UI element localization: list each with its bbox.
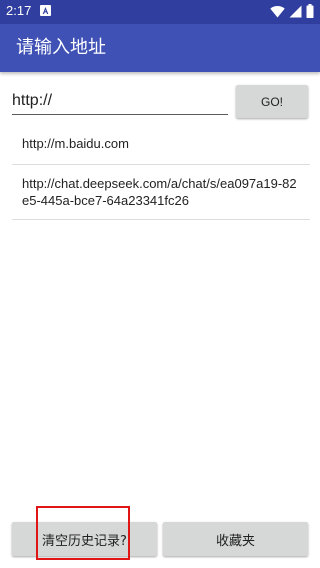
status-time: 2:17 [6, 3, 32, 18]
status-bar: 2:17 [0, 0, 320, 24]
notification-a-icon [40, 5, 51, 16]
history-list: http://m.baidu.com http://chat.deepseek.… [12, 123, 310, 220]
go-button[interactable]: GO! [236, 85, 308, 118]
page-title: 请输入地址 [16, 37, 106, 58]
favorites-button[interactable]: 收藏夹 [163, 522, 308, 556]
wifi-icon [270, 3, 285, 22]
status-icons [270, 3, 314, 22]
url-input[interactable] [12, 88, 228, 115]
signal-icon [289, 3, 302, 22]
clear-history-button[interactable]: 清空历史记录? [12, 522, 157, 556]
app-bar: 请输入地址 [0, 24, 320, 72]
history-item[interactable]: http://m.baidu.com [12, 123, 310, 165]
battery-icon [306, 3, 314, 22]
history-item[interactable]: http://chat.deepseek.com/a/chat/s/ea097a… [12, 165, 310, 220]
